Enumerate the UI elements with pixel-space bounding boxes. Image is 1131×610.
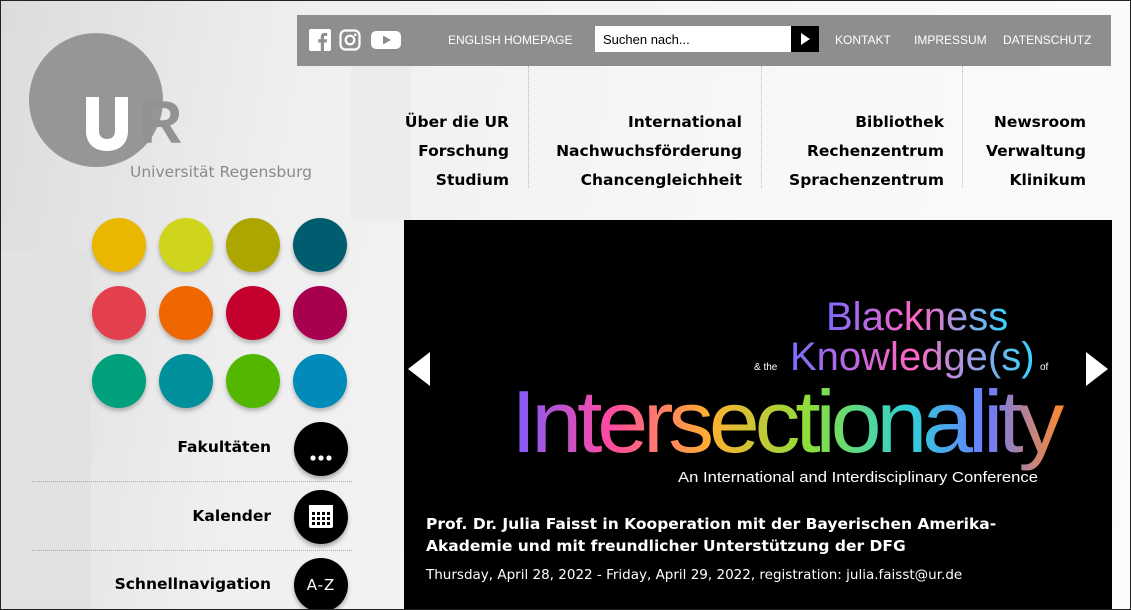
nav-ueber-die-ur[interactable]: Über die UR — [405, 111, 509, 140]
facebook-icon[interactable] — [309, 29, 331, 51]
color-dot[interactable] — [159, 286, 213, 340]
fakultaeten-button[interactable] — [294, 422, 348, 476]
color-dot[interactable] — [92, 286, 146, 340]
color-dot[interactable] — [293, 286, 347, 340]
color-dot[interactable] — [159, 218, 213, 272]
nav-column-1: Über die UR Forschung Studium — [405, 111, 509, 198]
nav-rechenzentrum[interactable]: Rechenzentrum — [789, 140, 944, 169]
university-name: Universität Regensburg — [130, 163, 313, 181]
kontakt-link[interactable]: KONTAKT — [835, 33, 891, 47]
color-dot[interactable] — [159, 354, 213, 408]
nav-nachwuchsfoerderung[interactable]: Nachwuchsförderung — [556, 140, 742, 169]
nav-klinikum[interactable]: Klinikum — [986, 169, 1086, 198]
color-dot[interactable] — [92, 354, 146, 408]
nav-international[interactable]: International — [556, 111, 742, 140]
color-dot[interactable] — [226, 286, 280, 340]
a-z-icon: A-Z — [306, 576, 336, 594]
kalender-label[interactable]: Kalender — [31, 507, 271, 525]
nav-studium[interactable]: Studium — [405, 169, 509, 198]
poster-subtitle: An International and Interdisciplinary C… — [678, 470, 1038, 486]
nav-verwaltung[interactable]: Verwaltung — [986, 140, 1086, 169]
nav-sprachenzentrum[interactable]: Sprachenzentrum — [789, 169, 944, 198]
top-bar: ENGLISH HOMEPAGE KONTAKT IMPRESSUM DATEN… — [297, 15, 1111, 66]
fakultaeten-label[interactable]: Fakultäten — [31, 438, 271, 456]
slide-title[interactable]: Prof. Dr. Julia Faisst in Kooperation mi… — [426, 513, 1066, 557]
impressum-link[interactable]: IMPRESSUM — [914, 33, 987, 47]
schnellnavigation-label[interactable]: Schnellnavigation — [31, 575, 271, 593]
datenschutz-link[interactable]: DATENSCHUTZ — [1003, 33, 1091, 47]
nav-chancengleichheit[interactable]: Chancengleichheit — [556, 169, 742, 198]
search-input[interactable] — [595, 26, 791, 52]
poster-text-intersectionality: Intersectionality — [511, 372, 1064, 471]
nav-column-3: Bibliothek Rechenzentrum Sprachenzentrum — [789, 111, 944, 198]
background-shape — [1, 251, 91, 609]
calendar-icon — [309, 505, 333, 528]
divider — [32, 481, 352, 482]
news-slider: Blackness & the Knowledge(s) of Intersec… — [404, 220, 1112, 609]
kalender-button[interactable] — [294, 490, 348, 544]
nav-divider — [528, 66, 529, 188]
nav-divider — [962, 66, 963, 188]
nav-column-4: Newsroom Verwaltung Klinikum — [986, 111, 1086, 198]
nav-forschung[interactable]: Forschung — [405, 140, 509, 169]
color-dot[interactable] — [226, 218, 280, 272]
play-arrow-icon — [801, 33, 810, 45]
schnellnavigation-button[interactable]: A-Z — [294, 558, 348, 609]
poster-text-blackness: Blackness — [826, 295, 1008, 339]
color-dot[interactable] — [226, 354, 280, 408]
divider — [32, 550, 352, 551]
color-dot[interactable] — [293, 218, 347, 272]
color-dot[interactable] — [293, 354, 347, 408]
color-dot[interactable] — [92, 218, 146, 272]
slide-date: Thursday, April 28, 2022 - Friday, April… — [426, 567, 963, 583]
nav-newsroom[interactable]: Newsroom — [986, 111, 1086, 140]
search-button[interactable] — [791, 26, 819, 52]
logo-u-shape — [86, 97, 128, 151]
youtube-icon[interactable] — [371, 29, 401, 51]
english-homepage-link[interactable]: ENGLISH HOMEPAGE — [448, 33, 572, 47]
nav-divider — [761, 66, 762, 188]
logo-r: R — [139, 89, 183, 156]
instagram-icon[interactable] — [339, 29, 361, 51]
nav-bibliothek[interactable]: Bibliothek — [789, 111, 944, 140]
more-dots-icon — [310, 455, 332, 461]
nav-column-2: International Nachwuchsförderung Chancen… — [556, 111, 742, 198]
conference-poster-image: Blackness & the Knowledge(s) of Intersec… — [511, 295, 1069, 486]
page: ENGLISH HOMEPAGE KONTAKT IMPRESSUM DATEN… — [0, 0, 1131, 610]
